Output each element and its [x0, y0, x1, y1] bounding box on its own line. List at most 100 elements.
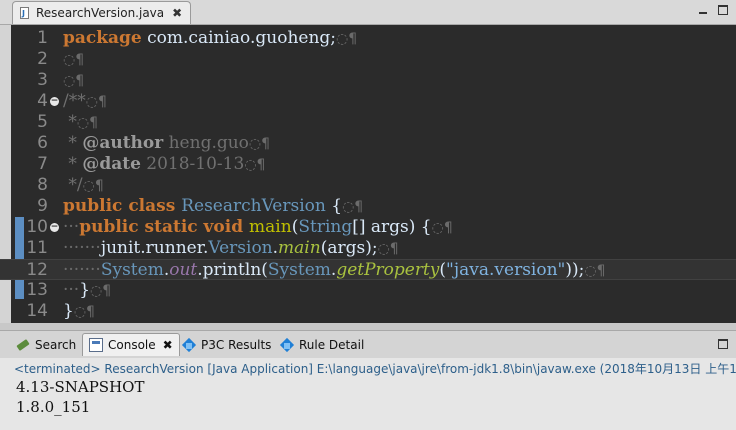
line-number: 2	[37, 49, 48, 69]
line-number: 14	[26, 301, 48, 321]
line-number: 3	[37, 70, 48, 90]
whitespace-marker: ◌¶	[63, 73, 85, 89]
code-text: ·······junit.runner.Version.main(args);◌…	[63, 238, 399, 260]
code-text: ◌¶	[63, 70, 84, 92]
tab-rule-detail-label: Rule Detail	[299, 337, 365, 352]
code-token: ));	[565, 260, 585, 280]
code-line[interactable]: 14}◌¶	[0, 301, 736, 322]
code-line[interactable]: 4−/**◌¶	[0, 91, 736, 112]
code-token: /**	[63, 91, 86, 111]
code-text: /**◌¶	[63, 91, 107, 113]
rule-detail-icon	[280, 338, 294, 352]
search-icon	[16, 338, 30, 352]
p3c-results-icon	[182, 338, 196, 352]
code-token: getProperty	[336, 260, 440, 280]
code-text: ·······System.out.println(System.getProp…	[63, 260, 606, 282]
line-number: 6	[37, 133, 48, 153]
code-token: junit.runner.	[100, 238, 209, 258]
minimize-icon[interactable]	[698, 5, 708, 15]
code-token: }	[79, 280, 91, 300]
code-token: "java.version"	[446, 260, 566, 280]
console-output-line: 1.8.0_151	[16, 398, 91, 416]
code-line[interactable]: 7 * @date 2018-10-13◌¶	[0, 154, 736, 175]
code-token: String	[298, 217, 353, 237]
code-token: ·······	[63, 260, 101, 280]
code-line[interactable]: 8 */◌¶	[0, 175, 736, 196]
code-line[interactable]: 5 *◌¶	[0, 112, 736, 133]
code-text: * @date 2018-10-13◌¶	[63, 154, 265, 176]
whitespace-marker: ◌¶	[82, 178, 104, 194]
whitespace-marker: ◌¶	[377, 241, 399, 257]
line-number: 8	[37, 175, 48, 195]
code-token: {	[325, 196, 343, 216]
whitespace-marker: ◌¶	[85, 94, 107, 110]
line-number: 5	[37, 112, 48, 132]
code-line[interactable]: 1 package com.cainiao.guoheng;◌¶	[0, 28, 736, 49]
whitespace-marker: ◌¶	[244, 157, 266, 173]
code-text: */◌¶	[63, 175, 104, 197]
whitespace-marker: ◌¶	[336, 31, 358, 47]
code-editor[interactable]: 1 package com.cainiao.guoheng;◌¶ 2 ◌¶ 3 ◌¶ 4− /…	[0, 25, 736, 323]
tab-console[interactable]: Console ✖	[82, 333, 180, 356]
whitespace-marker: ◌¶	[63, 52, 85, 68]
tab-search[interactable]: Search	[16, 333, 76, 356]
code-token: }	[63, 301, 74, 321]
code-line[interactable]: 12 ·······System.out.println(System.getPr…	[0, 259, 736, 280]
tab-search-label: Search	[35, 337, 77, 352]
tab-p3c-results-label: P3C Results	[201, 337, 272, 352]
console-view[interactable]: <terminated> ResearchVersion [Java Appli…	[0, 358, 736, 430]
editor-tab-label: ResearchVersion.java	[36, 6, 165, 20]
tab-p3c-results[interactable]: P3C Results	[182, 333, 271, 356]
code-token: package	[63, 28, 142, 48]
line-number: 10	[26, 217, 48, 237]
editor-tab-bar: J ResearchVersion.java ✖	[0, 0, 736, 25]
code-line[interactable]: 10− ···public static void main(String[] a…	[0, 217, 736, 238]
code-line[interactable]: 9 public class ResearchVersion {◌¶	[0, 196, 736, 217]
code-token: com.cainiao.guoheng;	[141, 28, 337, 48]
code-token: ···	[63, 280, 80, 300]
line-number: 9	[37, 196, 48, 216]
line-number: 12	[26, 260, 48, 280]
console-icon	[89, 338, 103, 352]
whitespace-marker: ◌¶	[248, 136, 271, 152]
code-line[interactable]: 13 ···}◌¶	[0, 280, 736, 301]
code-token: .println(	[197, 260, 268, 280]
editor-tab-researchversion[interactable]: J ResearchVersion.java ✖	[12, 1, 192, 24]
panel-tab-bar: Search Console ✖ P3C Results Rule Detail	[0, 330, 736, 359]
code-line[interactable]: 11 ·······junit.runner.Version.main(args)…	[0, 238, 736, 259]
whitespace-marker: ◌¶	[584, 263, 606, 279]
whitespace-marker: ◌¶	[76, 115, 99, 131]
close-icon[interactable]: ✖	[172, 6, 182, 20]
whitespace-marker: ◌¶	[431, 220, 453, 236]
maximize-icon[interactable]	[718, 5, 728, 15]
fold-toggle-icon[interactable]: −	[50, 97, 59, 106]
console-status-header: <terminated> ResearchVersion [Java Appli…	[14, 362, 736, 376]
code-token: ···	[63, 217, 80, 237]
code-line[interactable]: 6 * @author heng.guo◌¶	[0, 133, 736, 154]
whitespace-marker: ◌¶	[342, 199, 364, 215]
code-token: heng.guo	[163, 133, 249, 153]
code-token: ResearchVersion	[181, 196, 326, 216]
tab-rule-detail[interactable]: Rule Detail	[280, 333, 364, 356]
maximize-icon[interactable]	[718, 339, 728, 349]
whitespace-marker: ◌¶	[73, 304, 95, 320]
code-token: [] args) {	[352, 217, 432, 237]
code-token: ·······	[63, 238, 101, 258]
code-token: main	[249, 217, 292, 237]
line-number: 4	[37, 91, 48, 111]
fold-toggle-icon[interactable]: −	[50, 223, 59, 232]
code-token: System	[100, 260, 164, 280]
close-icon[interactable]: ✖	[163, 338, 173, 352]
code-text: }◌¶	[63, 301, 95, 323]
code-text: package com.cainiao.guoheng;◌¶	[63, 28, 357, 50]
code-line[interactable]: 2 ◌¶	[0, 49, 736, 70]
code-token: Version	[208, 238, 273, 258]
code-token: (args);	[320, 238, 378, 258]
line-number: 13	[26, 280, 48, 300]
code-text: ···public static void main(String[] args…	[63, 217, 453, 239]
code-token: public class	[63, 196, 182, 216]
line-number: 11	[26, 238, 48, 258]
code-line[interactable]: 3 ◌¶	[0, 70, 736, 91]
code-token: System	[267, 260, 331, 280]
code-token: out	[169, 260, 198, 280]
